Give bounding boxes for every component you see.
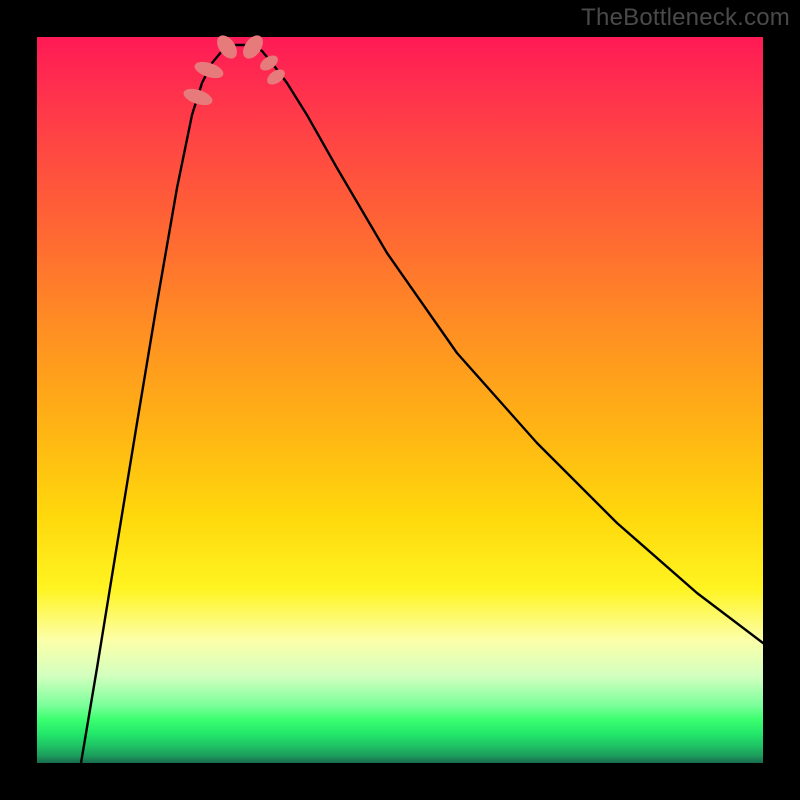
curve-layer [37,37,763,763]
plot-area [37,37,763,763]
marker-left-arm-upper [182,86,215,109]
marker-valley-right [239,32,267,62]
series-left-curve [81,45,232,763]
curve-group [81,45,763,763]
outer-frame: TheBottleneck.com [0,0,800,800]
marker-left-arm-lower [193,59,226,82]
marker-group [182,32,288,109]
series-right-curve [252,45,763,643]
watermark-text: TheBottleneck.com [581,4,790,32]
